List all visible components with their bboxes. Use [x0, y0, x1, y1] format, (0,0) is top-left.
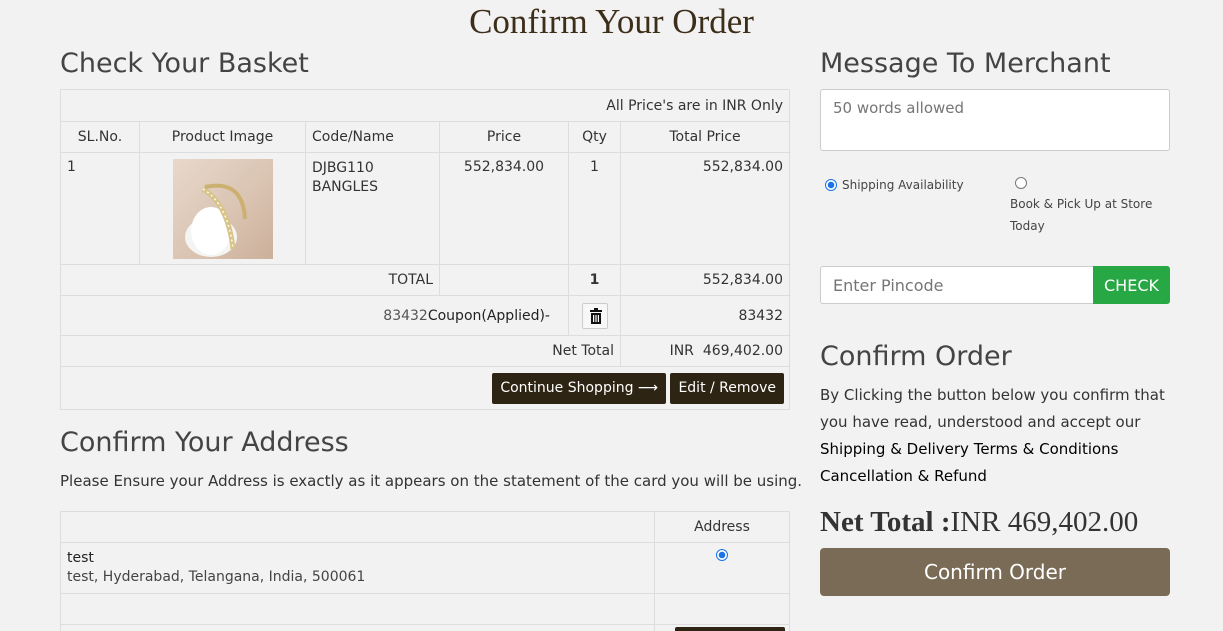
col-slno: SL.No. — [60, 121, 140, 153]
net-total-summary: Net Total :INR 469,402.00 — [820, 506, 1138, 539]
pincode-input[interactable] — [820, 266, 1094, 304]
price-note: All Price's are in INR Only — [60, 89, 790, 122]
total-qty: 1 — [568, 264, 621, 296]
net-total-value: INR 469,402.00 — [620, 335, 790, 367]
table-row: 1 DJBG110 BANGLES 552,834.00 1 552,834.0… — [60, 152, 790, 265]
item-code: DJBG110 — [312, 160, 374, 176]
merchant-heading: Message To Merchant — [820, 48, 1111, 79]
address-line: test, Hyderabad, Telangana, India, 50006… — [67, 569, 366, 585]
basket-header-row: SL.No. Product Image Code/Name Price Qty… — [60, 121, 790, 153]
coupon-amount: 83432 — [620, 295, 790, 336]
check-button[interactable]: CHECK — [1093, 266, 1170, 304]
continue-shopping-button[interactable]: Continue Shopping ⟶ — [492, 372, 666, 404]
net-total-label: Net Total — [60, 335, 621, 367]
total-label: TOTAL — [60, 264, 440, 296]
net-currency: INR — [669, 343, 694, 359]
coupon-code: 83432 — [383, 307, 428, 324]
col-product-image: Product Image — [139, 121, 306, 153]
address-name: test — [67, 550, 94, 566]
item-slno: 1 — [60, 152, 140, 265]
total-row: TOTAL 1 552,834.00 — [60, 264, 790, 296]
pickup-radio[interactable] — [1015, 177, 1027, 189]
address-note: Please Ensure your Address is exactly as… — [60, 472, 803, 490]
confirm-terms-text: By Clicking the button below you confirm… — [820, 382, 1172, 490]
terms-links[interactable]: Shipping & Delivery Terms & Conditions C… — [820, 440, 1119, 485]
page-title: Confirm Your Order — [469, 2, 754, 41]
shipping-option[interactable]: Shipping Availability — [825, 178, 964, 192]
coupon-cell: 83432Coupon(Applied)- — [60, 295, 569, 336]
total-amount: 552,834.00 — [620, 264, 790, 296]
col-qty: Qty — [568, 121, 621, 153]
message-to-merchant-input[interactable] — [820, 89, 1170, 151]
address-heading: Confirm Your Address — [60, 427, 349, 458]
basket-heading: Check Your Basket — [60, 48, 309, 79]
address-select-radio[interactable] — [716, 549, 728, 561]
item-qty: 1 — [568, 152, 621, 265]
col-code-name: Code/Name — [305, 121, 440, 153]
basket-actions: Continue Shopping ⟶ Edit / Remove — [60, 366, 790, 410]
net-total-summary-value: INR 469,402.00 — [950, 506, 1139, 538]
partial-button[interactable] — [675, 626, 785, 631]
basket-table: All Price's are in INR Only SL.No. Produ… — [60, 89, 790, 410]
pickup-label: Book & Pick Up at Store Today — [1010, 197, 1153, 233]
shipping-label: Shipping Availability — [842, 178, 964, 192]
col-total-price: Total Price — [620, 121, 790, 153]
edit-remove-button[interactable]: Edit / Remove — [670, 372, 784, 404]
confirm-heading: Confirm Order — [820, 341, 1012, 372]
col-price: Price — [439, 121, 569, 153]
pickup-option[interactable]: Book & Pick Up at Store Today — [1010, 174, 1170, 237]
shipping-radio[interactable] — [825, 179, 837, 191]
trash-icon[interactable] — [581, 302, 608, 329]
net-amount: 469,402.00 — [702, 343, 783, 359]
net-total-row: Net Total INR 469,402.00 — [60, 335, 790, 367]
address-entry: test test, Hyderabad, Telangana, India, … — [60, 542, 655, 594]
item-price: 552,834.00 — [439, 152, 569, 265]
coupon-label: Coupon(Applied)- — [427, 307, 550, 324]
confirm-order-button[interactable]: Confirm Order — [820, 548, 1170, 596]
item-code-name: DJBG110 BANGLES — [305, 152, 440, 265]
product-image-cell — [139, 152, 306, 265]
address-table: Address test test, Hyderabad, Telangana,… — [60, 511, 790, 631]
net-total-summary-label: Net Total : — [820, 506, 951, 538]
coupon-row: 83432Coupon(Applied)- 83432 — [60, 295, 790, 336]
confirm-text-plain: By Clicking the button below you confirm… — [820, 386, 1165, 431]
table-row: test test, Hyderabad, Telangana, India, … — [60, 542, 790, 594]
address-column-header: Address — [654, 511, 790, 543]
item-total: 552,834.00 — [620, 152, 790, 265]
bangle-product-photo[interactable] — [172, 158, 273, 259]
item-name: BANGLES — [312, 179, 379, 195]
